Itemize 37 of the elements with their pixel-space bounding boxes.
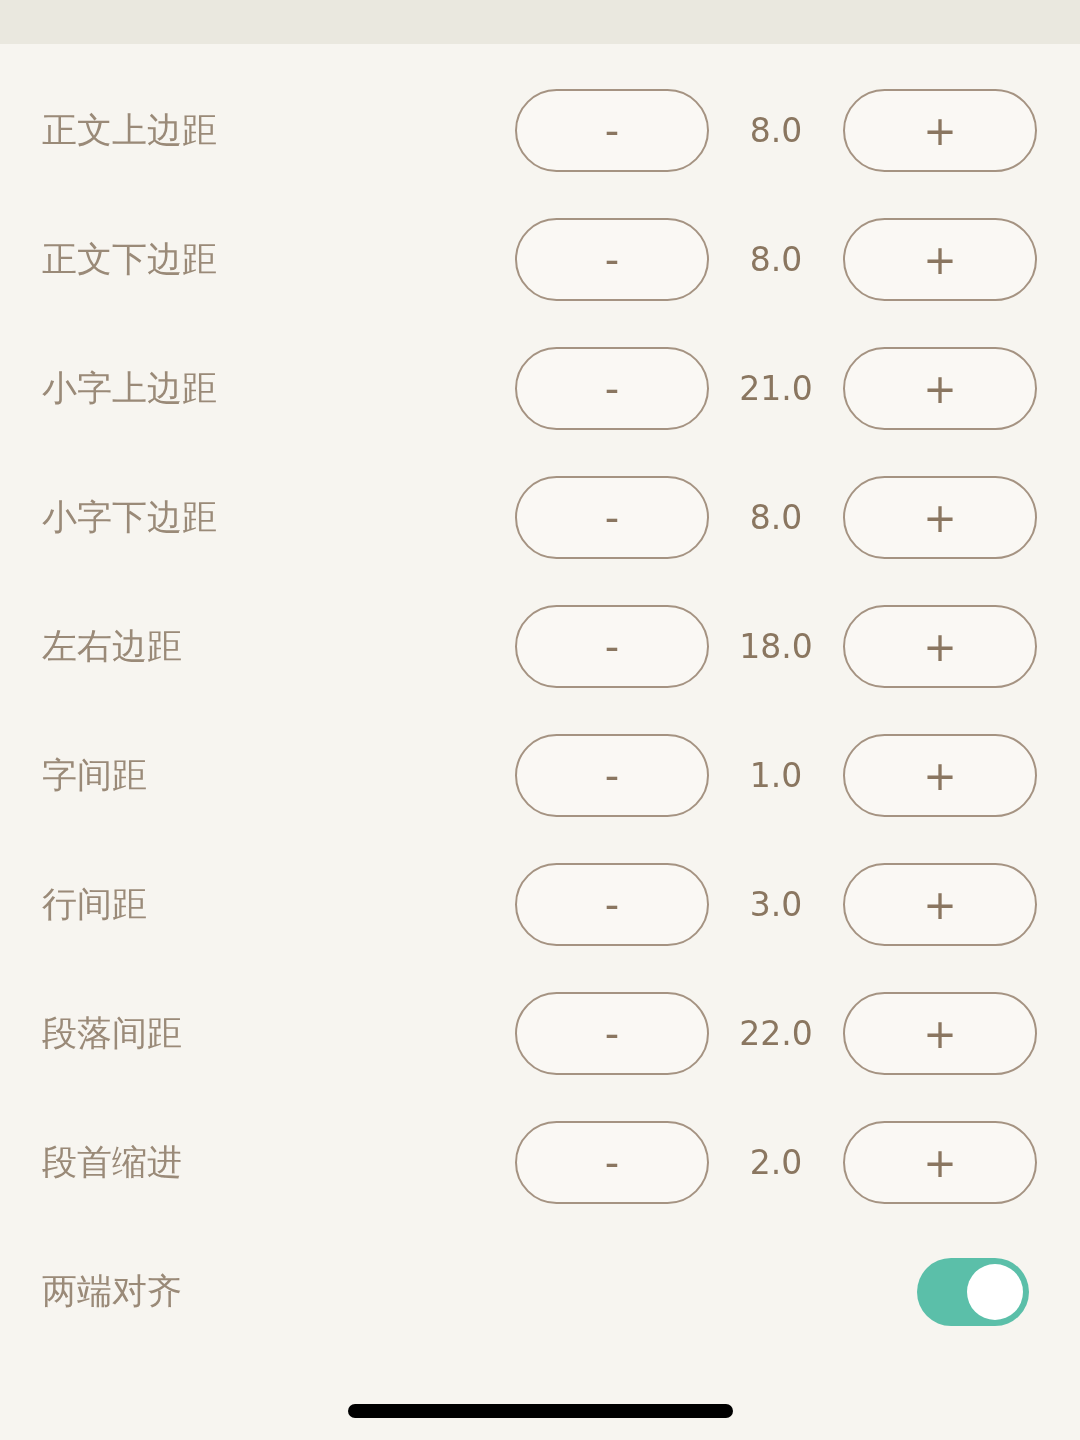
decrease-button[interactable]: -	[515, 734, 709, 817]
increase-button[interactable]: +	[843, 89, 1037, 172]
setting-value: 2.0	[748, 1143, 804, 1182]
decrease-button[interactable]: -	[515, 89, 709, 172]
decrease-button[interactable]: -	[515, 347, 709, 430]
setting-label: 字间距	[42, 754, 147, 797]
increase-button[interactable]: +	[843, 605, 1037, 688]
increase-button[interactable]: +	[843, 476, 1037, 559]
increase-button[interactable]: +	[843, 347, 1037, 430]
setting-label: 左右边距	[42, 625, 182, 668]
increase-button[interactable]: +	[843, 734, 1037, 817]
setting-label: 段落间距	[42, 1012, 182, 1055]
setting-label: 正文下边距	[42, 238, 217, 281]
increase-button[interactable]: +	[843, 992, 1037, 1075]
setting-label: 两端对齐	[42, 1270, 182, 1313]
decrease-button[interactable]: -	[515, 605, 709, 688]
setting-value: 8.0	[748, 111, 804, 150]
increase-button[interactable]: +	[843, 218, 1037, 301]
setting-label: 段首缩进	[42, 1141, 182, 1184]
setting-value: 18.0	[738, 627, 814, 666]
setting-label: 小字上边距	[42, 367, 217, 410]
decrease-button[interactable]: -	[515, 218, 709, 301]
decrease-button[interactable]: -	[515, 992, 709, 1075]
setting-value: 22.0	[738, 1014, 814, 1053]
setting-value: 3.0	[748, 885, 804, 924]
setting-label: 小字下边距	[42, 496, 217, 539]
setting-value: 1.0	[748, 756, 804, 795]
decrease-button[interactable]: -	[515, 863, 709, 946]
setting-value: 8.0	[748, 240, 804, 279]
decrease-button[interactable]: -	[515, 476, 709, 559]
increase-button[interactable]: +	[843, 863, 1037, 946]
setting-label: 正文上边距	[42, 109, 217, 152]
setting-value: 21.0	[738, 369, 814, 408]
setting-label: 行间距	[42, 883, 147, 926]
increase-button[interactable]: +	[843, 1121, 1037, 1204]
decrease-button[interactable]: -	[515, 1121, 709, 1204]
setting-value: 8.0	[748, 498, 804, 537]
